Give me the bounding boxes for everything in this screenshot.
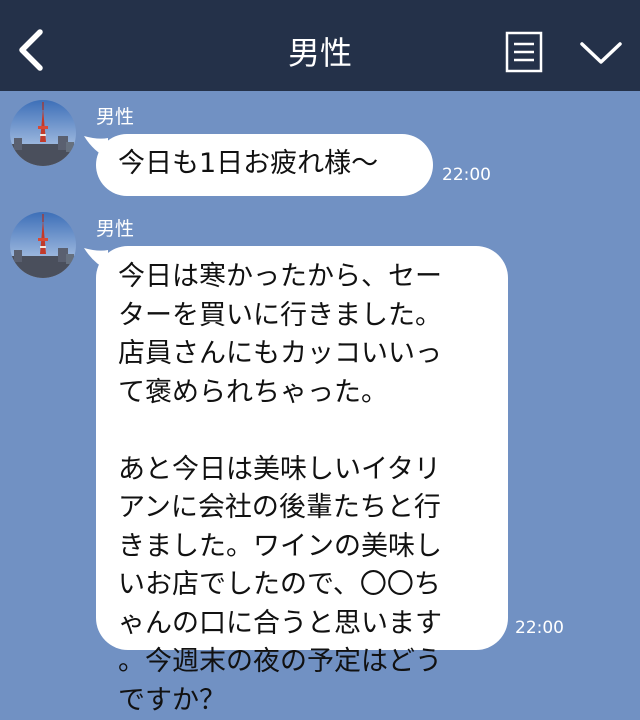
avatar[interactable] (10, 212, 76, 278)
avatar[interactable] (10, 100, 76, 166)
chat-title: 男性 (0, 28, 640, 74)
message-line: きました。ワインの美味し (118, 528, 486, 567)
message-bubble[interactable]: 今日も1日お疲れ様〜 (96, 134, 433, 196)
message-line: いお店でしたので、〇〇ち (118, 566, 486, 605)
sender-name: 男性 (96, 214, 134, 241)
message-line: ゃんの口に合うと思います (118, 605, 486, 644)
message-line: ですか？ (118, 682, 486, 720)
message-line: て褒められちゃった。 (118, 374, 486, 413)
message-line: 店員さんにもカッコいいっ (118, 335, 486, 374)
message-bubble[interactable]: 今日は寒かったから、セー ターを買いに行きました。 店員さんにもカッコいいっ て… (96, 246, 508, 650)
message-text: 今日も1日お疲れ様〜 (118, 145, 411, 184)
message-line: 今日は寒かったから、セー (118, 258, 486, 297)
sender-name: 男性 (96, 102, 134, 129)
chat-header: 男性 (0, 0, 640, 91)
message-line: ターを買いに行きました。 (118, 297, 486, 336)
message-line (118, 412, 486, 451)
chevron-down-icon[interactable] (578, 38, 624, 68)
message-line: 。今週末の夜の予定はどう (118, 643, 486, 682)
message-time: 22:00 (442, 165, 491, 185)
message-time: 22:00 (515, 618, 564, 638)
message-line: アンに会社の後輩たちと行 (118, 489, 486, 528)
message-line: あと今日は美味しいイタリ (118, 451, 486, 490)
menu-icon[interactable] (505, 31, 543, 73)
